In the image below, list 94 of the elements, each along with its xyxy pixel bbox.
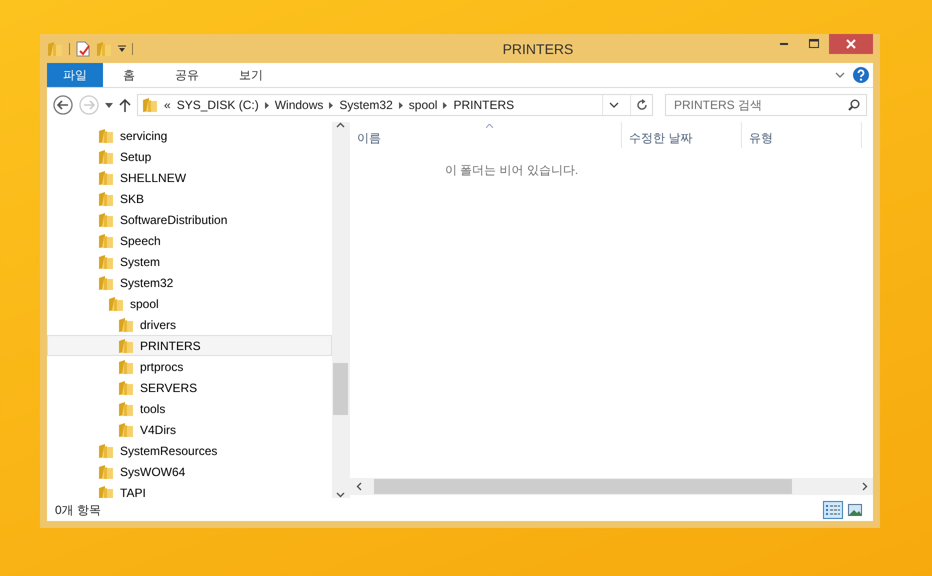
folder-icon xyxy=(98,464,114,480)
tree-item[interactable]: Setup xyxy=(47,146,332,167)
search-field[interactable]: PRINTERS 검색 xyxy=(665,94,867,116)
breadcrumb-arrow-icon xyxy=(329,102,334,108)
folder-icon xyxy=(98,212,114,228)
breadcrumb[interactable]: Windows xyxy=(274,98,324,112)
folder-icon xyxy=(98,170,114,186)
vertical-scrollbar[interactable] xyxy=(332,122,349,498)
folder-icon xyxy=(98,190,114,206)
window-title: PRINTERS xyxy=(502,40,574,56)
caret-down-icon xyxy=(105,102,113,108)
tree-item[interactable]: Speech xyxy=(47,230,332,251)
help-button[interactable] xyxy=(853,67,869,83)
folder-icon xyxy=(98,484,114,498)
chevron-down-icon xyxy=(608,102,618,108)
breadcrumb[interactable]: SYS_DISK (C:) xyxy=(176,98,259,112)
up-button[interactable] xyxy=(119,98,131,112)
folder-icon xyxy=(96,40,112,56)
ribbon-tab[interactable]: 공유 xyxy=(155,63,219,87)
scrollbar-thumb[interactable] xyxy=(374,479,792,494)
details-view-icon xyxy=(826,504,840,516)
view-button[interactable] xyxy=(845,501,865,519)
scroll-right-icon xyxy=(862,482,868,491)
overflow-crumb[interactable]: « xyxy=(164,98,171,112)
minimize-icon xyxy=(780,43,788,45)
recent-locations-button[interactable] xyxy=(105,102,113,108)
breadcrumb[interactable]: System32 xyxy=(339,98,393,112)
breadcrumb[interactable]: PRINTERS xyxy=(453,98,514,112)
ribbon-tab[interactable]: 보기 xyxy=(219,63,283,87)
tree-item[interactable]: SHELLNEW xyxy=(47,167,332,188)
expand-ribbon-button[interactable] xyxy=(835,72,845,78)
maximize-icon xyxy=(809,39,819,49)
folder-icon xyxy=(142,97,158,113)
item-count: 0개 항목 xyxy=(55,502,102,518)
folder-icon xyxy=(98,254,114,270)
folder-icon xyxy=(118,422,134,438)
scroll-up-icon xyxy=(336,122,345,128)
thumbnail-view-icon xyxy=(848,504,862,516)
refresh-icon xyxy=(636,99,648,111)
view-button[interactable] xyxy=(823,501,843,519)
tree-item[interactable]: tools xyxy=(47,398,332,419)
close-icon xyxy=(846,39,856,49)
help-icon xyxy=(853,67,869,83)
horizontal-scrollbar[interactable] xyxy=(350,478,873,495)
breadcrumb-arrow-icon xyxy=(264,102,269,108)
folder-icon xyxy=(98,274,114,290)
tree-item[interactable]: prtprocs xyxy=(47,356,332,377)
up-arrow-icon xyxy=(119,98,131,112)
folder-icon xyxy=(118,380,134,396)
sort-up-icon xyxy=(486,124,492,128)
address-bar[interactable]: « SYS_DISK (C:) Windows System32 spool PRINTERS xyxy=(137,94,653,116)
properties-button[interactable] xyxy=(76,40,90,56)
scroll-down-icon xyxy=(336,492,345,498)
scrollbar-thumb[interactable] xyxy=(333,363,348,415)
caret-down-icon xyxy=(118,44,126,52)
folder-icon xyxy=(98,128,114,144)
scroll-left-icon xyxy=(356,482,362,490)
folder-icon xyxy=(118,316,134,332)
folder-icon xyxy=(98,442,114,458)
tree-item[interactable]: spool xyxy=(47,293,332,314)
tree-item[interactable]: V4Dirs xyxy=(47,419,332,440)
tree-item[interactable]: PRINTERS xyxy=(47,335,332,356)
tree-item[interactable]: System32 xyxy=(47,272,332,293)
folder-icon xyxy=(47,40,63,56)
ribbon-tab[interactable]: 홈 xyxy=(103,63,155,87)
back-button[interactable] xyxy=(53,95,73,115)
ribbon-tab[interactable]: 파일 xyxy=(47,63,103,87)
tree-item[interactable]: TAPI xyxy=(47,482,332,498)
breadcrumb-arrow-icon xyxy=(443,102,448,108)
empty-folder-message: 이 폴더는 비어 있습니다. xyxy=(444,162,580,179)
folder-icon xyxy=(98,148,114,164)
customize-toolbar-button[interactable] xyxy=(118,44,126,52)
tree-item[interactable]: SKB xyxy=(47,188,332,209)
tree-item[interactable]: System xyxy=(47,251,332,272)
tree-item[interactable]: servicing xyxy=(47,125,332,146)
column-header[interactable]: 이름 xyxy=(350,122,622,148)
tree-item[interactable]: SysWOW64 xyxy=(47,461,332,482)
chevron-down-icon xyxy=(835,72,845,78)
folder-icon xyxy=(118,338,134,354)
document-check-icon xyxy=(76,40,90,56)
column-header[interactable]: 수정한 날짜 xyxy=(622,122,742,148)
tree-item[interactable]: SERVERS xyxy=(47,377,332,398)
close-button[interactable] xyxy=(829,34,873,54)
breadcrumb-arrow-icon xyxy=(398,102,403,108)
tree-item[interactable]: SystemResources xyxy=(47,440,332,461)
folder-icon xyxy=(98,232,114,248)
folder-icon xyxy=(108,296,124,312)
column-header[interactable]: 유형 xyxy=(742,122,862,148)
folder-icon xyxy=(118,400,134,416)
tree-item[interactable]: drivers xyxy=(47,314,332,335)
folder-icon xyxy=(118,358,134,374)
tree-item[interactable]: SoftwareDistribution xyxy=(47,209,332,230)
breadcrumb[interactable]: spool xyxy=(408,98,438,112)
search-icon xyxy=(848,99,860,111)
